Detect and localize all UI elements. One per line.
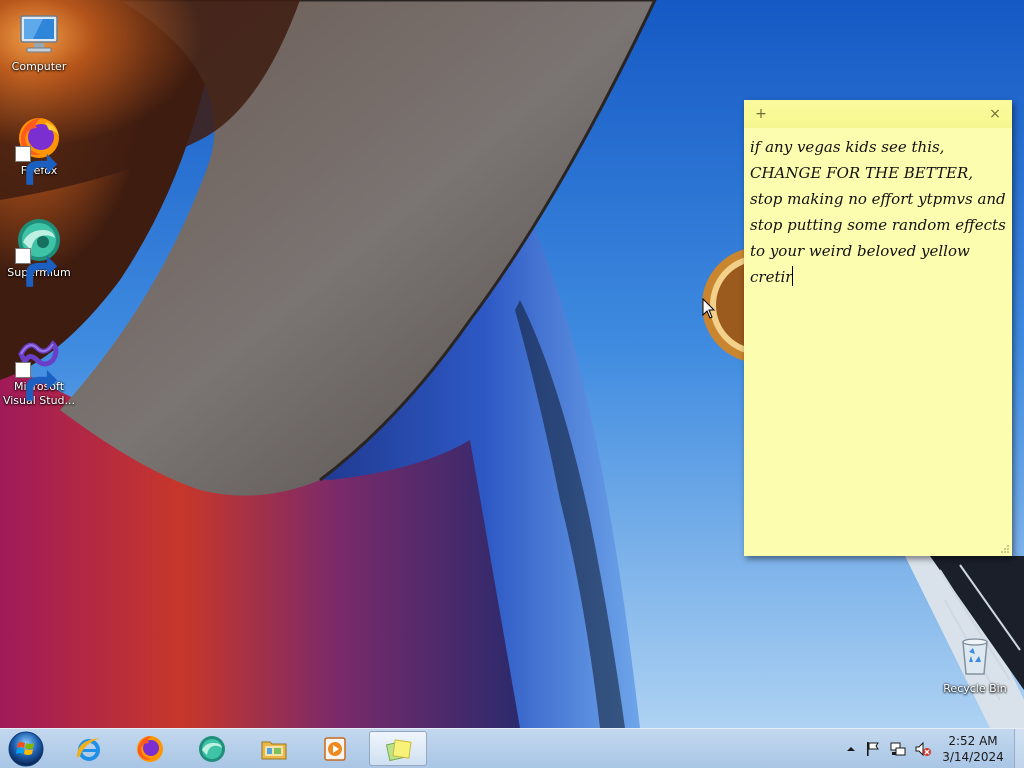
volume-button[interactable] xyxy=(914,740,932,758)
volume-muted-icon xyxy=(915,741,931,757)
taskbar-file-explorer[interactable] xyxy=(245,731,303,766)
text-caret xyxy=(792,266,794,286)
desktop-icon-label: Recycle Bin xyxy=(943,682,1007,695)
sticky-note-content: if any vegas kids see this, CHANGE FOR T… xyxy=(750,138,1006,286)
taskbar-internet-explorer[interactable] xyxy=(60,731,118,766)
windows-orb-icon xyxy=(8,731,44,767)
sticky-note-text[interactable]: if any vegas kids see this, CHANGE FOR T… xyxy=(750,134,1006,534)
taskbar-firefox[interactable] xyxy=(121,731,179,766)
visual-studio-icon xyxy=(15,330,63,401)
firefox-icon xyxy=(137,736,163,762)
media-player-icon xyxy=(324,737,346,761)
flag-icon xyxy=(867,742,879,756)
network-button[interactable] xyxy=(889,740,907,758)
show-desktop-button[interactable] xyxy=(1014,729,1024,768)
shortcut-arrow-icon xyxy=(15,248,58,287)
action-center-button[interactable] xyxy=(864,740,882,758)
new-note-button[interactable]: + xyxy=(752,105,770,123)
taskbar-clock[interactable]: 2:52 AM 3/14/2024 xyxy=(934,733,1012,765)
supermium-icon xyxy=(15,216,63,287)
internet-explorer-icon xyxy=(76,738,100,761)
desktop-icon-label: Computer xyxy=(11,60,67,73)
firefox-icon xyxy=(15,114,63,185)
desktop-icon-recycle-bin[interactable]: Recycle Bin xyxy=(936,632,1014,696)
resize-grip-icon[interactable] xyxy=(1000,544,1010,554)
show-hidden-icons-button[interactable] xyxy=(842,740,860,758)
mouse-cursor-icon xyxy=(702,298,716,319)
notification-area xyxy=(840,729,934,768)
sticky-note[interactable]: + × if any vegas kids see this, CHANGE F… xyxy=(744,100,1012,556)
clock-time: 2:52 AM xyxy=(948,734,998,748)
folder-icon xyxy=(261,741,287,760)
desktop: Computer Firefox Supermium Microsoft Vis… xyxy=(0,0,1024,768)
delete-note-button[interactable]: × xyxy=(986,105,1004,123)
chevron-up-icon xyxy=(847,747,855,751)
taskbar-media-player[interactable] xyxy=(306,731,364,766)
start-button[interactable] xyxy=(4,730,48,768)
shortcut-arrow-icon xyxy=(15,362,58,401)
computer-icon xyxy=(15,10,63,58)
taskbar: 2:52 AM 3/14/2024 xyxy=(0,728,1024,768)
taskbar-sticky-notes[interactable] xyxy=(369,731,427,766)
desktop-icon-supermium[interactable]: Supermium xyxy=(0,216,78,287)
sticky-notes-icon xyxy=(385,739,412,762)
sticky-note-header[interactable]: + × xyxy=(744,100,1012,128)
desktop-icon-visual-studio[interactable]: Microsoft Visual Stud... xyxy=(0,330,78,408)
desktop-icon-firefox[interactable]: Firefox xyxy=(0,114,78,185)
desktop-icon-computer[interactable]: Computer xyxy=(0,10,78,74)
recycle-bin-icon xyxy=(951,632,999,680)
network-icon xyxy=(890,742,906,756)
taskbar-supermium[interactable] xyxy=(183,731,241,766)
clock-date: 3/14/2024 xyxy=(942,750,1004,764)
supermium-icon xyxy=(199,736,225,762)
shortcut-arrow-icon xyxy=(15,146,58,185)
